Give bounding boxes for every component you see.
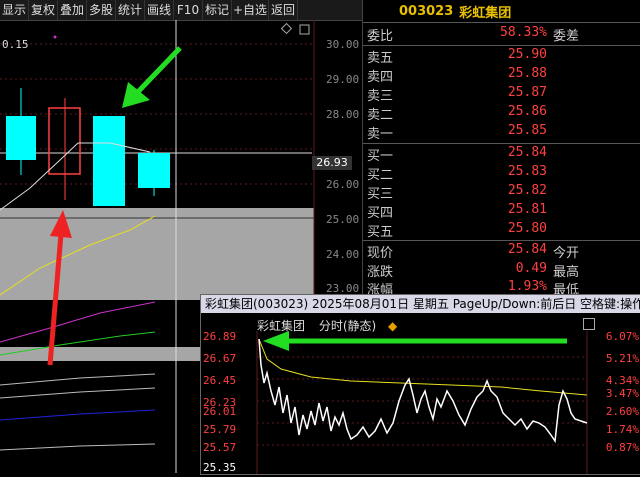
ask-price: 25.87 — [507, 85, 547, 100]
toolbar-multi-stock-button[interactable]: 多股 — [87, 0, 116, 20]
ask-label: 卖二 — [367, 108, 394, 123]
stat-label-2: 最高 — [553, 265, 580, 280]
corner-value: 0.15 — [2, 38, 29, 51]
bid-price: 25.84 — [507, 145, 547, 160]
y-tick: 25.00 — [326, 213, 360, 226]
toolbar-add-watchlist-button[interactable]: +自选 — [232, 0, 269, 20]
right-tick: 2.60% — [605, 405, 639, 418]
bid-price: 25.83 — [507, 164, 547, 179]
bid-row: 买三 25.82 — [363, 183, 640, 202]
bid-price: 25.80 — [507, 221, 547, 236]
price-line — [258, 338, 588, 444]
toolbar-display-button[interactable]: 显示 — [0, 0, 29, 20]
bid-price: 25.81 — [507, 202, 547, 217]
avg-price-line — [258, 338, 588, 396]
ratio-value: 58.33% — [500, 25, 547, 40]
ask-row: 卖三 25.87 — [363, 85, 640, 104]
left-tick: 25.79 — [203, 423, 237, 436]
toggle-box-icon[interactable] — [299, 24, 310, 35]
ask-price: 25.85 — [507, 123, 547, 138]
right-tick: 5.21% — [605, 352, 639, 365]
green-arrow-annotation — [122, 46, 182, 108]
toolbar: 显示 复权 叠加 多股 统计 画线 F10 标记 +自选 返回 — [0, 0, 362, 21]
ratio-row: 委比 58.33% 委差 — [363, 25, 640, 44]
quote-panel: 003023 彩虹集团 委比 58.33% 委差 卖五 25.90 卖四 25.… — [362, 0, 640, 298]
ma-line-magenta — [0, 301, 156, 343]
right-tick: 6.07% — [605, 330, 639, 343]
toolbar-draw-line-button[interactable]: 画线 — [145, 0, 174, 20]
bid-row: 买五 25.80 — [363, 221, 640, 240]
y-tick: 26.00 — [326, 178, 360, 191]
quote-header: 003023 彩虹集团 — [363, 0, 640, 22]
stat-label: 涨跌 — [367, 265, 394, 280]
bid-price: 25.82 — [507, 183, 547, 198]
y-tick: 24.00 — [326, 248, 360, 261]
ask-label: 卖五 — [367, 51, 394, 66]
ask-label: 卖四 — [367, 70, 394, 85]
bid-label: 买二 — [367, 168, 394, 183]
right-tick: 1.74% — [605, 423, 639, 436]
y-tick: 29.00 — [326, 73, 360, 86]
ratio-label: 委比 — [367, 29, 394, 44]
left-tick: 25.57 — [203, 441, 237, 454]
candle — [138, 153, 170, 188]
bid-label: 买五 — [367, 225, 394, 240]
toolbar-back-button[interactable]: 返回 — [269, 0, 298, 20]
ask-row: 卖二 25.86 — [363, 104, 640, 123]
y-tick: 28.00 — [326, 108, 360, 121]
bid-label: 买一 — [367, 149, 394, 164]
bid-row: 买一 25.84 — [363, 145, 640, 164]
right-tick: 4.34% — [605, 374, 639, 387]
candle — [6, 116, 36, 160]
ask-row: 卖四 25.88 — [363, 66, 640, 85]
toolbar-mark-button[interactable]: 标记 — [203, 0, 232, 20]
intraday-svg — [256, 331, 588, 474]
bid-label: 买四 — [367, 206, 394, 221]
bid-row: 买二 25.83 — [363, 164, 640, 183]
stat-value: 25.84 — [507, 242, 547, 257]
ask-label: 卖三 — [367, 89, 394, 104]
stat-label: 现价 — [367, 246, 394, 261]
toolbar-overlay-button[interactable]: 叠加 — [58, 0, 87, 20]
ask-price: 25.86 — [507, 104, 547, 119]
stat-row: 现价 25.84 今开 — [363, 242, 640, 261]
right-tick: 3.47% — [605, 387, 639, 400]
diff-label: 委差 — [553, 29, 580, 44]
left-tick: 26.67 — [203, 352, 237, 365]
y-tick: 30.00 — [326, 38, 360, 51]
ask-row: 卖一 25.85 — [363, 123, 640, 142]
bid-row: 买四 25.81 — [363, 202, 640, 221]
left-tick: 26.89 — [203, 330, 237, 343]
stat-row: 涨跌 0.49 最高 — [363, 261, 640, 280]
stat-label-2: 今开 — [553, 246, 580, 261]
candle — [93, 116, 125, 206]
toolbar-stats-button[interactable]: 统计 — [116, 0, 145, 20]
left-tick: 26.01 — [203, 405, 237, 418]
ask-row: 卖五 25.90 — [363, 47, 640, 66]
diamond-icon[interactable] — [280, 22, 293, 35]
toolbar-adjust-button[interactable]: 复权 — [29, 0, 58, 20]
current-price-tag: 26.93 — [312, 156, 352, 170]
bid-label: 买三 — [367, 187, 394, 202]
ask-label: 卖一 — [367, 127, 394, 142]
stat-value: 0.49 — [515, 261, 547, 276]
left-tick: 25.35 — [203, 461, 237, 474]
green-arrow-annotation — [263, 331, 567, 351]
right-tick: 0.87% — [605, 441, 639, 454]
left-tick: 26.45 — [203, 374, 237, 387]
intraday-popup[interactable]: 彩虹集团(003023) 2025年08月01日 星期五 PageUp/Down… — [200, 294, 640, 475]
ask-price: 25.88 — [507, 66, 547, 81]
stock-code: 003023 — [399, 3, 454, 19]
toolbar-f10-button[interactable]: F10 — [174, 0, 203, 20]
indicator-zone — [0, 208, 314, 300]
marker-dot — [53, 35, 57, 39]
stat-value: 1.93% — [507, 279, 547, 294]
stock-name: 彩虹集团 — [459, 5, 512, 21]
ask-price: 25.90 — [507, 47, 547, 62]
